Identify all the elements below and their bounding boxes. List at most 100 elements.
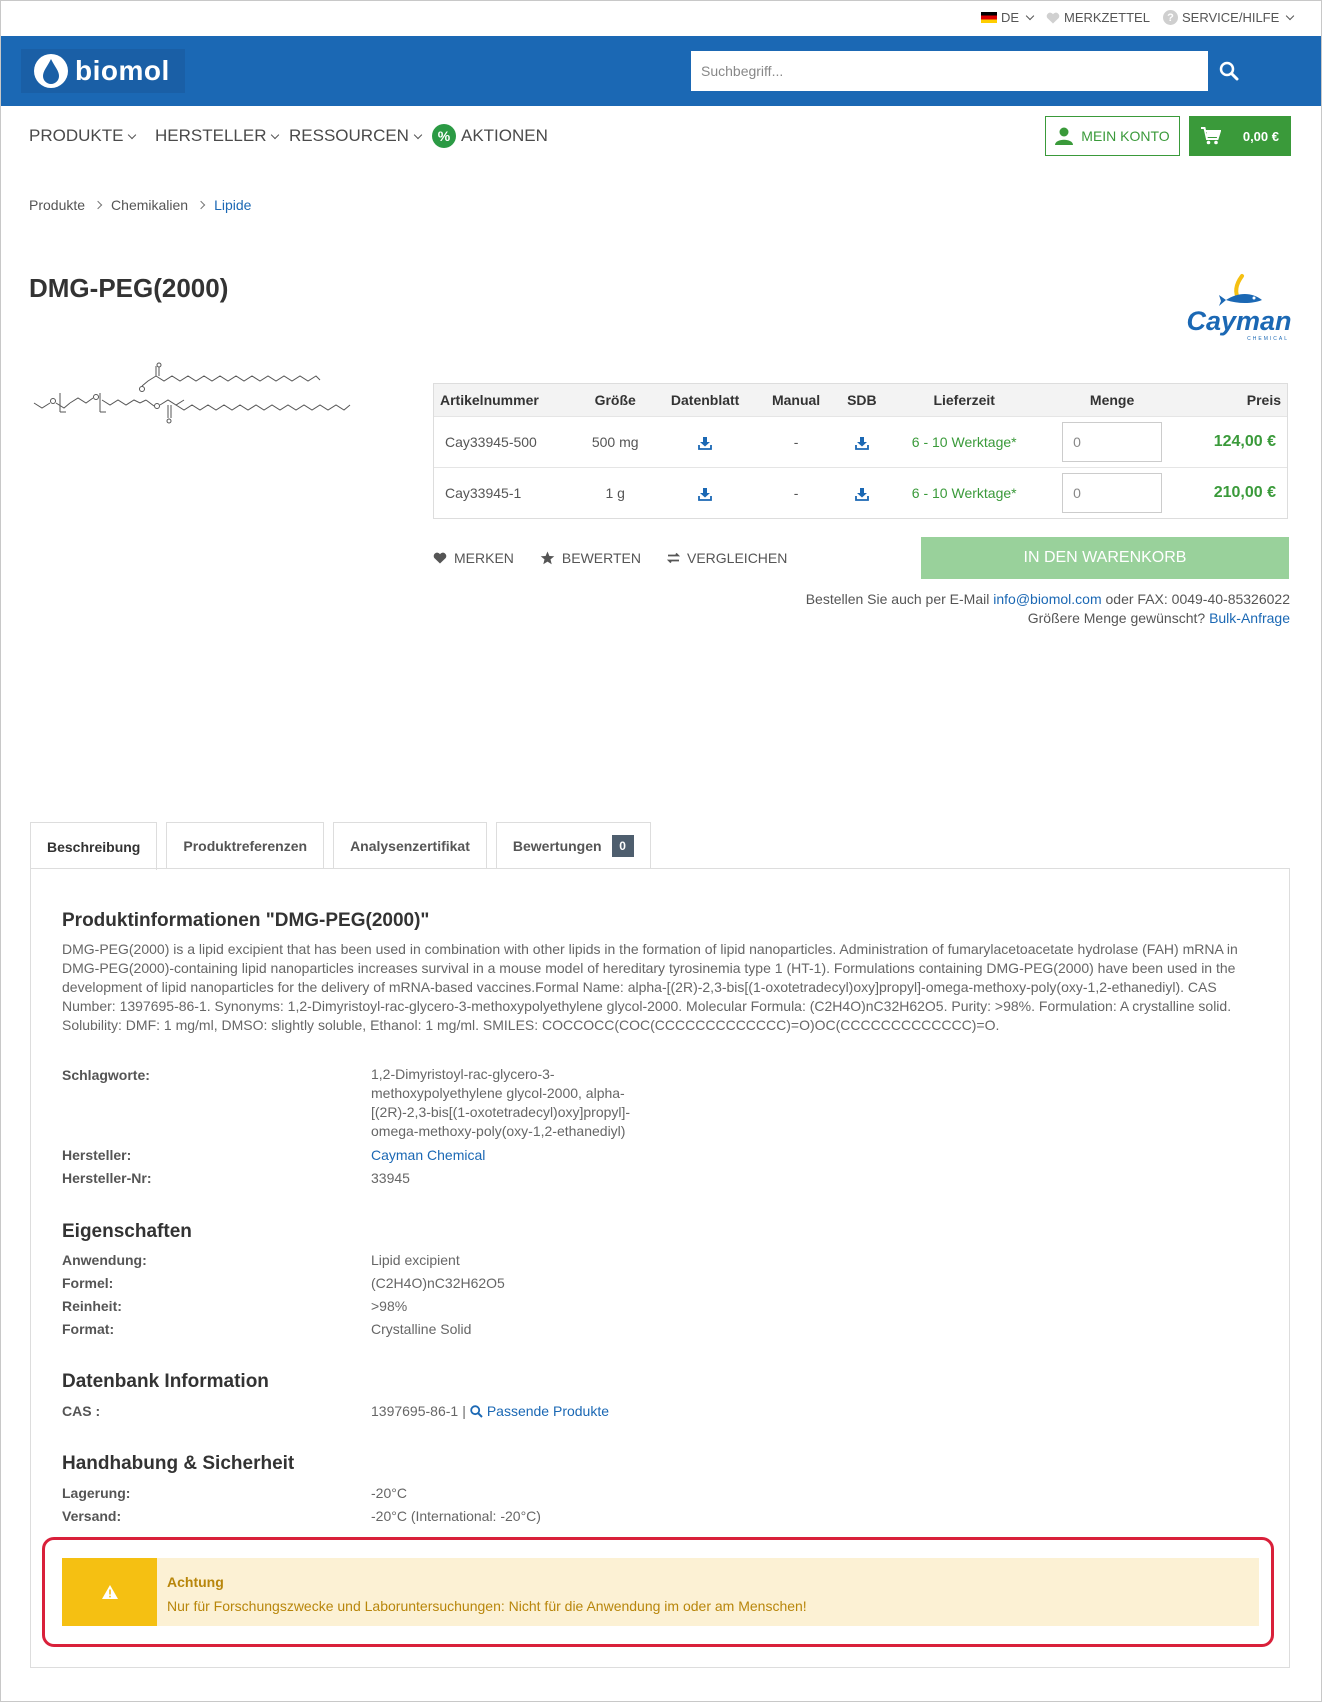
- star-icon: [540, 551, 555, 565]
- manufacturer-link[interactable]: Cayman Chemical: [371, 1146, 485, 1165]
- percent-icon: %: [432, 124, 456, 148]
- application-value: Lipid excipient: [371, 1252, 460, 1268]
- nav-manufacturers[interactable]: HERSTELLER: [155, 126, 280, 146]
- language-selector[interactable]: DE: [981, 10, 1035, 25]
- product-actions: MERKEN BEWERTEN VERGLEICHEN: [433, 550, 787, 566]
- quantity-input[interactable]: [1062, 421, 1163, 462]
- rate-label: BEWERTEN: [561, 550, 641, 566]
- german-flag-icon: [981, 12, 997, 23]
- breadcrumb: Produkte Chemikalien Lipide: [29, 197, 251, 213]
- rate-button[interactable]: BEWERTEN: [540, 550, 641, 566]
- manufacturer-no-value: 33945: [371, 1170, 410, 1186]
- table-row: Cay33945-1 1 g - 6 - 10 Werktage* 210,00…: [434, 466, 1287, 518]
- breadcrumb-chemicals[interactable]: Chemikalien: [111, 197, 188, 213]
- col-delivery: Lieferzeit: [888, 384, 1040, 416]
- wishlist-link[interactable]: MERKZETTEL: [1046, 10, 1150, 25]
- table-row: Cay33945-500 500 mg - 6 - 10 Werktage* 1…: [434, 415, 1287, 467]
- quantity-cell: [1039, 415, 1185, 467]
- quantity-input[interactable]: [1062, 472, 1163, 513]
- bulk-request-link[interactable]: Bulk-Anfrage: [1209, 610, 1290, 626]
- biomol-logo[interactable]: biomol: [21, 49, 185, 93]
- keywords-value: 1,2-Dimyristoyl-rac-glycero-3- methoxypo…: [371, 1065, 630, 1141]
- shipping-label: Versand:: [62, 1508, 122, 1524]
- nav-manufacturers-label: HERSTELLER: [155, 126, 267, 145]
- alert-message: Nur für Forschungszwecke und Laborunters…: [167, 1598, 807, 1614]
- compare-button[interactable]: VERGLEICHEN: [667, 550, 787, 566]
- product-tabs: Beschreibung Produktreferenzen Analysenz…: [30, 822, 651, 870]
- tab-description[interactable]: Beschreibung: [30, 822, 158, 870]
- delivery-cell: 6 - 10 Werktage*: [888, 466, 1040, 518]
- cart-icon: [1201, 127, 1221, 145]
- download-icon[interactable]: [698, 436, 713, 450]
- download-icon[interactable]: [854, 487, 869, 501]
- manufacturer-label: Hersteller:: [62, 1147, 132, 1163]
- question-icon: ?: [1163, 10, 1178, 25]
- logo-text: biomol: [75, 55, 170, 86]
- warning-alert: Achtung Nur für Forschungszwecke und Lab…: [62, 1558, 1259, 1626]
- top-bar: DE MERKZETTEL ? SERVICE/HILFE: [0, 0, 1322, 36]
- order-fax-text: oder FAX: 0049-40-85326022: [1105, 591, 1290, 607]
- manual-cell: -: [757, 466, 835, 518]
- datasheet-cell: [653, 466, 758, 518]
- chemical-structure-image: [33, 362, 351, 424]
- cayman-logo[interactable]: Cayman CHEMICAL: [1186, 270, 1292, 344]
- format-label: Format:: [62, 1321, 115, 1337]
- tab-certificate[interactable]: Analysenzertifikat: [333, 822, 487, 869]
- search-icon: [1219, 61, 1239, 81]
- tab-reviews[interactable]: Bewertungen 0: [495, 822, 651, 869]
- sku-cell: Cay33945-500: [434, 415, 578, 467]
- order-email-line: Bestellen Sie auch per E-Mail info@biomo…: [806, 590, 1290, 609]
- cart-total: 0,00 €: [1242, 128, 1279, 144]
- nav-resources[interactable]: RESSOURCEN: [289, 126, 423, 146]
- search-input[interactable]: [691, 51, 1208, 91]
- properties-heading: Eigenschaften: [62, 1221, 192, 1242]
- warning-icon: [101, 1585, 118, 1599]
- wishlist-label: MERKZETTEL: [1064, 10, 1150, 25]
- chevron-right-icon: [93, 200, 103, 210]
- remember-label: MERKEN: [454, 550, 514, 566]
- search-button[interactable]: [1208, 51, 1250, 91]
- compare-label: VERGLEICHEN: [687, 550, 788, 566]
- matching-products-link[interactable]: Passende Produkte: [487, 1402, 609, 1421]
- service-menu[interactable]: ? SERVICE/HILFE: [1163, 10, 1295, 25]
- chevron-down-icon: [413, 130, 423, 139]
- account-button[interactable]: MEIN KONTO: [1045, 116, 1180, 156]
- application-label: Anwendung:: [62, 1252, 147, 1268]
- add-to-cart-button[interactable]: IN DEN WARENKORB: [921, 537, 1289, 579]
- col-price: Preis: [1184, 384, 1287, 416]
- col-quantity: Menge: [1039, 384, 1185, 416]
- tab-references[interactable]: Produktreferenzen: [166, 822, 325, 869]
- chevron-down-icon: [1025, 11, 1035, 21]
- col-sku: Artikelnummer: [434, 384, 578, 416]
- language-label: DE: [1001, 10, 1020, 25]
- purity-label: Reinheit:: [62, 1298, 122, 1314]
- order-email-prefix: Bestellen Sie auch per E-Mail: [805, 591, 990, 607]
- breadcrumb-products[interactable]: Produkte: [29, 197, 85, 213]
- download-icon[interactable]: [854, 436, 869, 450]
- nav-products[interactable]: PRODUKTE: [29, 126, 137, 146]
- breadcrumb-lipids[interactable]: Lipide: [214, 197, 251, 213]
- shipping-value: -20°C (International: -20°C): [371, 1508, 541, 1524]
- col-sds: SDB: [834, 384, 889, 416]
- sds-cell: [834, 415, 889, 467]
- purity-value: >98%: [371, 1298, 408, 1314]
- search-icon: [470, 1405, 483, 1418]
- manual-cell: -: [757, 415, 835, 467]
- alert-title: Achtung: [167, 1574, 224, 1590]
- nav-promotions[interactable]: % AKTIONEN: [432, 124, 548, 148]
- keywords-line: [(2R)-2,3-bis[(1-oxotetradecyl)oxy]propy…: [371, 1104, 631, 1120]
- sku-cell: Cay33945-1: [434, 466, 578, 518]
- email-link[interactable]: info@biomol.com: [993, 591, 1101, 607]
- cas-row: 1397695-86-1 | Passende Produkte: [371, 1402, 609, 1421]
- nav-promotions-label: AKTIONEN: [461, 126, 548, 145]
- quantity-cell: [1039, 466, 1185, 518]
- cas-value: 1397695-86-1: [371, 1403, 459, 1419]
- product-description: DMG-PEG(2000) is a lipid excipient that …: [62, 941, 1238, 1033]
- chevron-right-icon: [196, 200, 206, 210]
- remember-button[interactable]: MERKEN: [433, 550, 514, 566]
- product-info-heading: Produktinformationen "DMG-PEG(2000)": [62, 910, 430, 931]
- order-info: Bestellen Sie auch per E-Mail info@biomo…: [806, 590, 1290, 628]
- chevron-down-icon: [1286, 11, 1295, 21]
- cart-button[interactable]: 0,00 €: [1189, 116, 1291, 156]
- download-icon[interactable]: [698, 487, 713, 501]
